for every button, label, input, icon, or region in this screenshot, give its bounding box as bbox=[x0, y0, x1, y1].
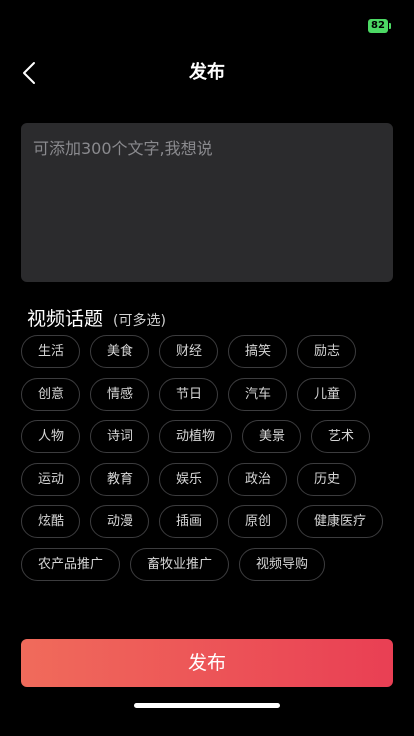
topic-header: 视频话题 (可多选) bbox=[27, 304, 166, 330]
tag-row: 运动 教育 娱乐 政治 历史 bbox=[21, 462, 401, 496]
topic-tag[interactable]: 创意 bbox=[21, 377, 80, 411]
topic-tag[interactable]: 儿童 bbox=[297, 377, 356, 411]
topic-tag[interactable]: 生活 bbox=[21, 335, 80, 368]
topic-section-title: 视频话题 bbox=[27, 308, 104, 330]
topic-tag[interactable]: 汽车 bbox=[228, 377, 287, 411]
tag-row: 农产品推广 畜牧业推广 视频导购 bbox=[21, 547, 401, 581]
topic-tag[interactable]: 情感 bbox=[90, 377, 149, 411]
topic-tag[interactable]: 美景 bbox=[242, 420, 302, 453]
tag-row: 炫酷 动漫 插画 原创 健康医疗 bbox=[21, 505, 401, 538]
navigation-bar: 发布 bbox=[0, 50, 414, 96]
content-input[interactable] bbox=[21, 123, 393, 282]
page-title: 发布 bbox=[189, 62, 225, 83]
topic-tag[interactable]: 历史 bbox=[297, 462, 356, 496]
tag-row: 生活 美食 财经 搞笑 励志 bbox=[21, 335, 401, 368]
topic-tag[interactable]: 诗词 bbox=[90, 420, 149, 453]
topic-tag[interactable]: 农产品推广 bbox=[21, 547, 121, 581]
topic-tag[interactable]: 财经 bbox=[159, 335, 218, 368]
home-indicator bbox=[134, 703, 280, 708]
topic-tag[interactable]: 人物 bbox=[21, 420, 80, 453]
topic-tag[interactable]: 节日 bbox=[159, 377, 218, 411]
topic-tag[interactable]: 动漫 bbox=[90, 505, 149, 538]
topic-tag[interactable]: 艺术 bbox=[311, 420, 371, 453]
topic-tag[interactable]: 政治 bbox=[228, 462, 287, 496]
topic-section-subtitle: (可多选) bbox=[113, 313, 166, 329]
topic-tag[interactable]: 动植物 bbox=[159, 420, 233, 453]
topic-tag[interactable]: 美食 bbox=[90, 335, 149, 368]
tag-row: 创意 情感 节日 汽车 儿童 bbox=[21, 377, 401, 411]
topic-tag[interactable]: 健康医疗 bbox=[297, 505, 384, 538]
topic-tag[interactable]: 教育 bbox=[90, 462, 149, 496]
publish-button[interactable]: 发布 bbox=[21, 639, 393, 687]
status-bar: 82 bbox=[0, 0, 414, 44]
topic-tag[interactable]: 原创 bbox=[228, 505, 287, 538]
topic-tags: 生活 美食 财经 搞笑 励志 创意 情感 节日 汽车 儿童 人物 诗词 动植物 … bbox=[21, 335, 401, 590]
battery-indicator: 82 bbox=[368, 19, 388, 33]
battery-tip bbox=[389, 23, 391, 29]
topic-tag[interactable]: 娱乐 bbox=[159, 462, 218, 496]
topic-tag[interactable]: 励志 bbox=[297, 335, 356, 368]
topic-tag[interactable]: 运动 bbox=[21, 462, 80, 496]
topic-tag[interactable]: 视频导购 bbox=[239, 547, 326, 581]
topic-tag[interactable]: 畜牧业推广 bbox=[130, 547, 230, 581]
topic-tag[interactable]: 炫酷 bbox=[21, 505, 80, 538]
topic-tag[interactable]: 搞笑 bbox=[228, 335, 287, 368]
tag-row: 人物 诗词 动植物 美景 艺术 bbox=[21, 420, 401, 453]
topic-tag[interactable]: 插画 bbox=[159, 505, 218, 538]
